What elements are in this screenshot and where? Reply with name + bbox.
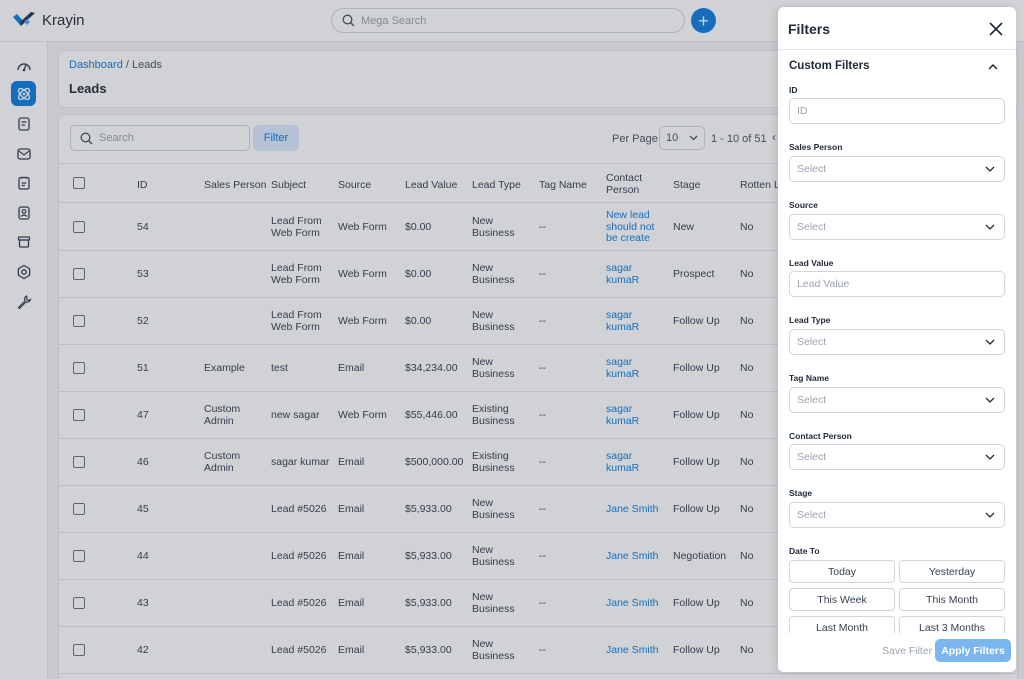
filter-label-stage: Stage [789, 488, 813, 498]
filter-label-lead-type: Lead Type [789, 315, 831, 325]
filter-stage-select[interactable]: Select [789, 502, 1005, 528]
date-this-month-button[interactable]: This Month [899, 588, 1005, 611]
chevron-down-icon [985, 512, 995, 518]
filter-label-tag-name: Tag Name [789, 373, 829, 383]
drawer-header: Filters [778, 7, 1016, 50]
custom-filters-title: Custom Filters [789, 60, 870, 72]
chevron-down-icon [985, 454, 995, 460]
drawer-title: Filters [788, 21, 831, 37]
filter-label-id: ID [789, 85, 798, 95]
filter-sales-person-select[interactable]: Select [789, 156, 1005, 182]
filter-id-input[interactable]: ID [789, 98, 1005, 124]
filter-contact-person-value: Select [797, 451, 827, 463]
chevron-down-icon [985, 224, 995, 230]
date-yesterday-button[interactable]: Yesterday [899, 560, 1005, 583]
filter-label-lead-value: Lead Value [789, 258, 834, 268]
filter-id-placeholder: ID [797, 105, 808, 117]
filter-label-date-to: Date To [789, 546, 820, 556]
chevron-up-icon[interactable] [987, 62, 999, 72]
close-icon[interactable] [988, 21, 1004, 37]
filter-source-value: Select [797, 221, 827, 233]
filters-drawer: Filters Custom Filters ID ID Sales Perso… [778, 7, 1016, 672]
filter-lead-type-value: Select [797, 336, 827, 348]
filter-tag-name-select[interactable]: Select [789, 387, 1005, 413]
filter-source-select[interactable]: Select [789, 214, 1005, 240]
date-today-button[interactable]: Today [789, 560, 895, 583]
chevron-down-icon [985, 166, 995, 172]
filter-stage-value: Select [797, 509, 827, 521]
filter-lead-type-select[interactable]: Select [789, 329, 1005, 355]
date-this-week-button[interactable]: This Week [789, 588, 895, 611]
chevron-down-icon [985, 339, 995, 345]
apply-filters-button[interactable]: Apply Filters [935, 639, 1011, 662]
filter-sales-person-value: Select [797, 163, 827, 175]
filter-label-sales-person: Sales Person [789, 142, 843, 152]
filter-label-contact-person: Contact Person [789, 431, 852, 441]
filter-label-source: Source [789, 200, 818, 210]
chevron-down-icon [985, 397, 995, 403]
filter-contact-person-select[interactable]: Select [789, 444, 1005, 470]
filter-tag-name-value: Select [797, 394, 827, 406]
filter-lead-value-input[interactable]: Lead Value [789, 271, 1005, 297]
drawer-footer: Save Filter Apply Filters [778, 633, 1016, 672]
filter-lead-value-placeholder: Lead Value [797, 278, 850, 290]
save-filter-button[interactable]: Save Filter [882, 645, 932, 657]
